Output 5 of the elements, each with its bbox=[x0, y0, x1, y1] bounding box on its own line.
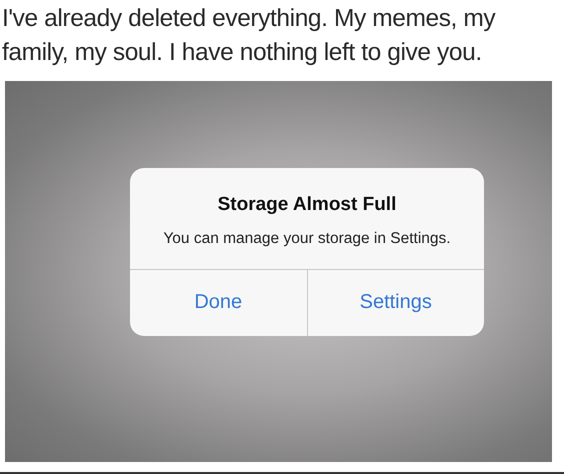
alert-title: Storage Almost Full bbox=[216, 194, 398, 216]
alert-button[interactable]: Settings bbox=[306, 270, 484, 336]
post-caption: I've already deleted everything. My memes, my family, my soul. I have nothing left to give you. bbox=[1, 4, 496, 68]
alert-button[interactable]: Done bbox=[130, 270, 306, 336]
alert-message: You can manage your storage in Settings. bbox=[162, 228, 452, 248]
